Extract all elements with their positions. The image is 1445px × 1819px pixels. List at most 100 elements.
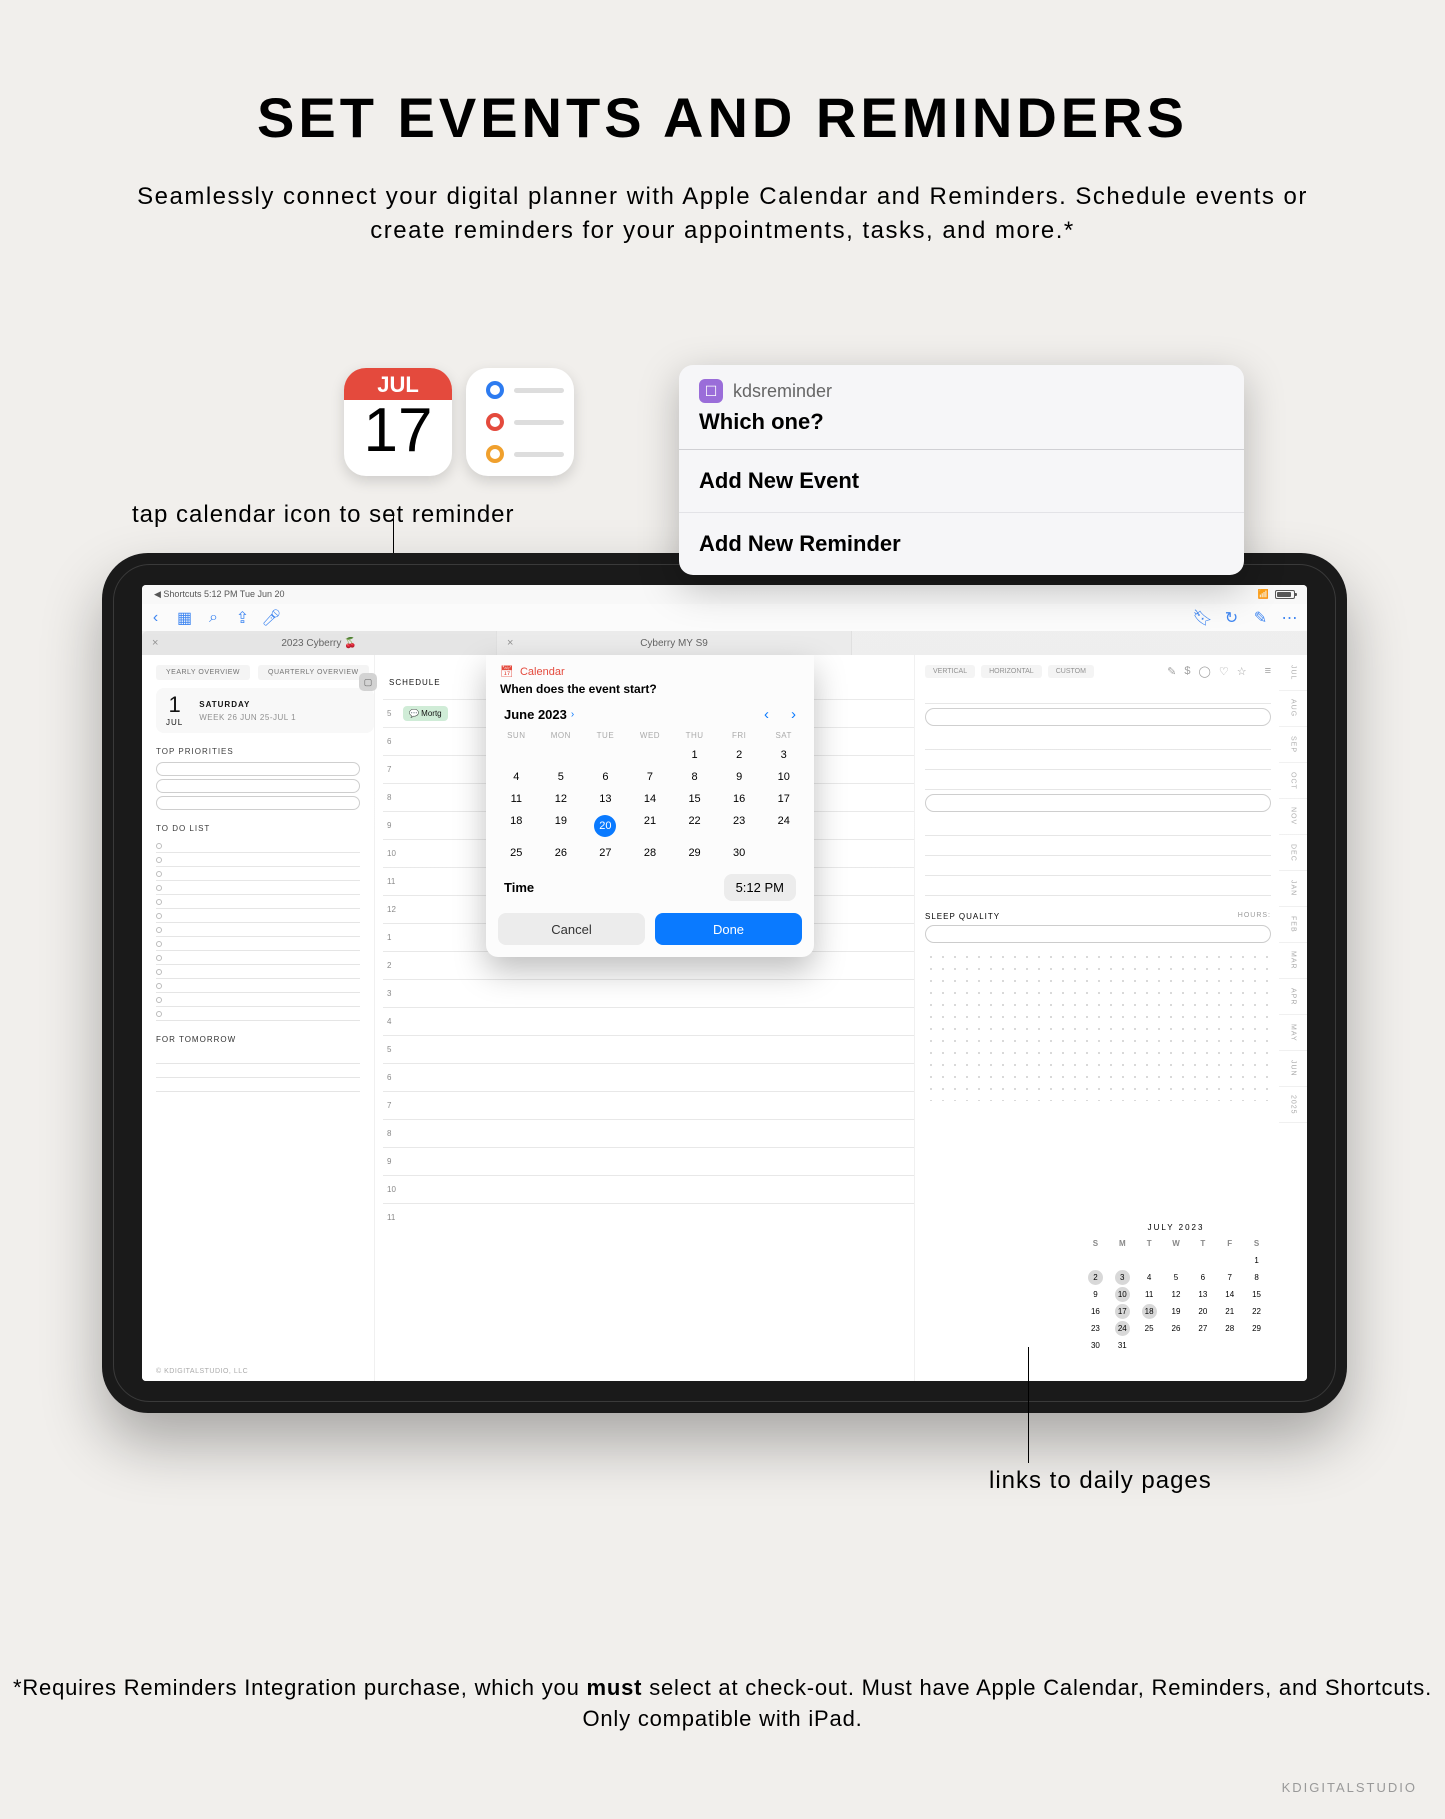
picker-day[interactable]: 12 (539, 788, 584, 810)
side-tab-apr[interactable]: APR (1279, 979, 1307, 1015)
side-tab-oct[interactable]: OCT (1279, 763, 1307, 799)
mini-cal-day[interactable]: 5 (1164, 1270, 1189, 1285)
tab-horizontal[interactable]: HORIZONTAL (981, 665, 1042, 678)
notes-box[interactable] (925, 794, 1271, 812)
mini-cal-day[interactable]: 30 (1083, 1338, 1108, 1353)
picker-day[interactable]: 8 (672, 766, 717, 788)
picker-day[interactable]: 9 (717, 766, 762, 788)
prev-month-icon[interactable]: ‹ (764, 706, 769, 723)
picker-day[interactable]: 16 (717, 788, 762, 810)
mini-cal-day[interactable]: 21 (1217, 1304, 1242, 1319)
cancel-button[interactable]: Cancel (498, 913, 645, 945)
picker-day[interactable]: 13 (583, 788, 628, 810)
side-tab-dec[interactable]: DEC (1279, 835, 1307, 871)
picker-day[interactable]: 3 (761, 744, 806, 766)
side-tab-mar[interactable]: MAR (1279, 943, 1307, 979)
schedule-row[interactable]: 7 (383, 1091, 914, 1119)
todo-line[interactable] (156, 951, 360, 965)
menu-icon[interactable]: ≡ (1265, 665, 1271, 678)
mini-cal-day[interactable]: 3 (1115, 1270, 1130, 1285)
mini-cal-day[interactable]: 22 (1244, 1304, 1269, 1319)
circle-icon[interactable]: ◯ (1199, 665, 1211, 678)
side-tab-jun[interactable]: JUN (1279, 1051, 1307, 1087)
picker-day[interactable]: 2 (717, 744, 762, 766)
close-icon[interactable]: × (507, 637, 513, 649)
priority-line[interactable] (156, 779, 360, 793)
mini-cal-day[interactable]: 29 (1244, 1321, 1269, 1336)
todo-line[interactable] (156, 993, 360, 1007)
mini-cal-day[interactable]: 24 (1115, 1321, 1130, 1336)
picker-time-value[interactable]: 5:12 PM (724, 874, 796, 901)
schedule-row[interactable]: 9 (383, 1147, 914, 1175)
share-icon[interactable]: ⇪ (235, 610, 250, 625)
menu-item-add-reminder[interactable]: Add New Reminder (679, 513, 1244, 575)
side-tab-may[interactable]: MAY (1279, 1015, 1307, 1051)
mini-cal-day[interactable]: 17 (1115, 1304, 1130, 1319)
picker-day[interactable]: 7 (628, 766, 673, 788)
picker-day[interactable]: 20 (583, 810, 628, 842)
picker-day[interactable]: 14 (628, 788, 673, 810)
todo-line[interactable] (156, 909, 360, 923)
tomorrow-line[interactable] (156, 1050, 360, 1064)
side-tab-feb[interactable]: FEB (1279, 907, 1307, 943)
done-button[interactable]: Done (655, 913, 802, 945)
mini-cal-day[interactable]: 4 (1137, 1270, 1162, 1285)
mini-cal-day[interactable]: 18 (1142, 1304, 1157, 1319)
mini-cal-day[interactable]: 15 (1244, 1287, 1269, 1302)
mini-cal-day[interactable]: 1 (1244, 1253, 1269, 1268)
pencil-icon[interactable]: ✎ (1167, 665, 1176, 678)
picker-day[interactable]: 6 (583, 766, 628, 788)
picker-day[interactable]: 15 (672, 788, 717, 810)
more-icon[interactable]: ⋯ (1282, 610, 1297, 625)
todo-line[interactable] (156, 965, 360, 979)
tab-quarterly-overview[interactable]: QUARTERLY OVERVIEW (258, 665, 369, 680)
search-icon[interactable]: ⌕ (206, 610, 221, 625)
picker-month[interactable]: June 2023 (504, 707, 567, 722)
close-icon[interactable]: × (152, 637, 158, 649)
chevron-right-icon[interactable]: › (571, 709, 574, 720)
tomorrow-line[interactable] (156, 1064, 360, 1078)
back-icon[interactable]: ‹ (148, 610, 163, 625)
picker-day[interactable]: 1 (672, 744, 717, 766)
picker-day[interactable]: 24 (761, 810, 806, 842)
mini-cal-day[interactable]: 31 (1110, 1338, 1135, 1353)
mini-cal-day[interactable]: 25 (1137, 1321, 1162, 1336)
sleep-box[interactable] (925, 925, 1271, 943)
doc-tab-1[interactable]: × 2023 Cyberry 🍒 (142, 631, 497, 655)
mini-cal-day[interactable]: 23 (1083, 1321, 1108, 1336)
side-tab-nov[interactable]: NOV (1279, 799, 1307, 835)
bookmark-icon[interactable]: 🔖︎ (1195, 610, 1210, 625)
menu-item-add-event[interactable]: Add New Event (679, 450, 1244, 513)
picker-day[interactable]: 21 (628, 810, 673, 842)
mini-cal-day[interactable]: 9 (1083, 1287, 1108, 1302)
picker-day[interactable]: 28 (628, 842, 673, 864)
todo-line[interactable] (156, 923, 360, 937)
mini-cal-day[interactable]: 12 (1164, 1287, 1189, 1302)
picker-day[interactable]: 23 (717, 810, 762, 842)
tab-custom[interactable]: CUSTOM (1048, 665, 1094, 678)
event-chip[interactable]: 💬 Mortg (403, 706, 448, 721)
mini-cal-day[interactable]: 10 (1115, 1287, 1130, 1302)
dollar-icon[interactable]: $ (1184, 665, 1190, 678)
mini-cal-day[interactable]: 14 (1217, 1287, 1242, 1302)
picker-day[interactable]: 30 (717, 842, 762, 864)
todo-line[interactable] (156, 867, 360, 881)
picker-day[interactable]: 22 (672, 810, 717, 842)
schedule-row[interactable]: 5 (383, 1035, 914, 1063)
mini-cal-day[interactable]: 27 (1190, 1321, 1215, 1336)
todo-line[interactable] (156, 839, 360, 853)
picker-day[interactable]: 25 (494, 842, 539, 864)
schedule-row[interactable]: 4 (383, 1007, 914, 1035)
side-tab-sep[interactable]: SEP (1279, 727, 1307, 763)
mini-cal-day[interactable]: 19 (1164, 1304, 1189, 1319)
grid-icon[interactable]: ▦ (177, 610, 192, 625)
todo-line[interactable] (156, 853, 360, 867)
picker-day[interactable]: 11 (494, 788, 539, 810)
mini-cal-day[interactable]: 20 (1190, 1304, 1215, 1319)
picker-day[interactable]: 19 (539, 810, 584, 842)
schedule-row[interactable]: 3 (383, 979, 914, 1007)
picker-day[interactable]: 27 (583, 842, 628, 864)
tomorrow-line[interactable] (156, 1078, 360, 1092)
picker-day[interactable]: 29 (672, 842, 717, 864)
dot-grid-area[interactable] (925, 951, 1271, 1101)
